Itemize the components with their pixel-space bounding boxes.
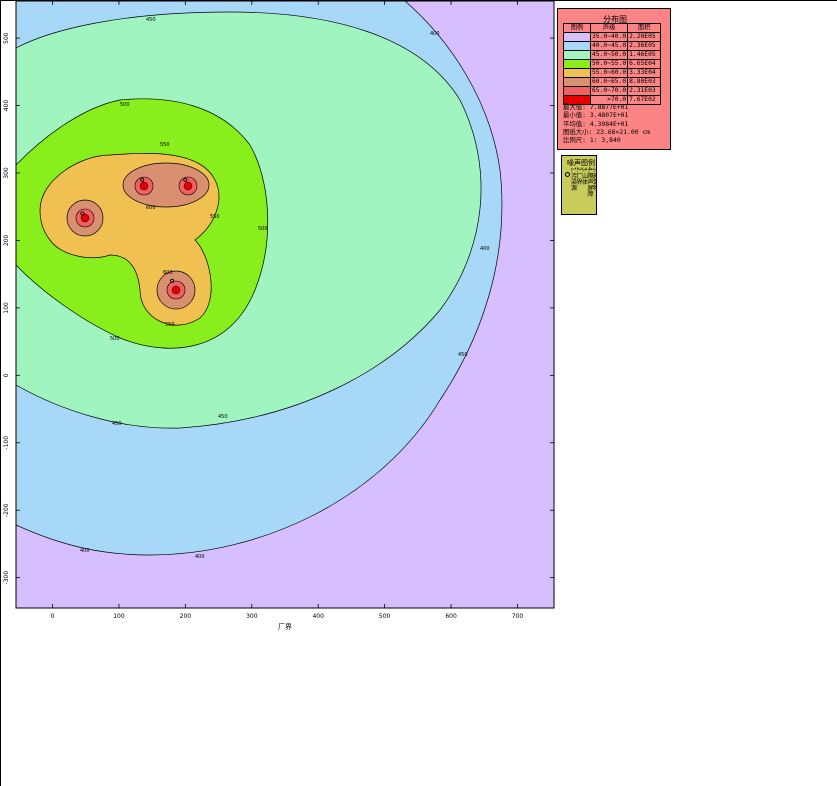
legend-swatch: [563, 59, 591, 69]
area-value: 3.33E04: [627, 68, 662, 78]
contour-plot: 400 400 400 400 450 450 450 450 500 500 …: [3, 0, 555, 631]
distribution-header-row: 图例 声级 面积: [563, 23, 662, 33]
area-value: 2.20E05: [627, 32, 662, 42]
stat-value: 1: 3,840: [589, 136, 621, 145]
contour-label: 400: [80, 548, 90, 554]
legend-swatch: [563, 41, 591, 51]
legend-swatch: [563, 77, 591, 87]
contour-label: 500: [110, 336, 120, 342]
legend-swatch: [563, 32, 591, 42]
x-tick-label: 600: [445, 613, 457, 620]
source-legend-item: 5.建筑物: [591, 167, 597, 191]
x-tick-label: 400: [312, 613, 324, 620]
contour-label: 400: [430, 31, 440, 37]
level-range: 65.0~70.0: [589, 86, 629, 96]
distribution-row: 65.0~70.0 2.31E03: [563, 86, 662, 96]
stat-label: 比例尺:: [563, 136, 587, 145]
y-tick-label: 200: [3, 235, 10, 247]
x-tick-label: 300: [246, 613, 258, 620]
stat-label: 平均值:: [563, 119, 587, 128]
stat-value: 23.68×21.00 cm: [596, 127, 651, 136]
contour-label: 400: [480, 246, 490, 252]
x-tick-label: 200: [180, 613, 192, 620]
y-tick-label: 0: [3, 373, 10, 377]
stat-value: 4.3984E+01: [589, 119, 629, 128]
y-tick-label: -300: [3, 571, 10, 585]
distribution-row: 50.0~55.0 6.65E04: [563, 59, 662, 69]
stat-label: 图纸大小:: [563, 127, 593, 136]
y-tick-label: 400: [3, 100, 10, 112]
contour-bands: 400 400 400 400 450 450 450 450 500 500 …: [16, 1, 554, 608]
level-range: 40.0~45.0: [589, 41, 629, 51]
y-tick-label: 100: [3, 302, 10, 314]
x-tick-label: 500: [379, 613, 391, 620]
stat-row: 比例尺: 1: 3,840: [563, 136, 650, 144]
x-tick-label: 100: [113, 613, 125, 620]
contour-label: 450: [146, 17, 156, 23]
contour-label: 450: [458, 352, 468, 358]
area-value: 6.65E04: [627, 59, 662, 69]
y-tick-label: -200: [3, 503, 10, 517]
contour-label: 550: [165, 322, 175, 328]
distribution-row: 45.0~50.0 1.46E05: [563, 50, 662, 60]
contour-label: 550: [160, 142, 170, 148]
stat-label: 最小值:: [563, 111, 587, 120]
area-value: 8.80E03: [627, 77, 662, 87]
contour-label: 450: [112, 421, 122, 427]
distribution-table: 图例 声级 面积 35.0~40.0 2.20E05 40.0~45.0 2.36E0…: [563, 23, 662, 105]
header-legend: 图例: [563, 23, 591, 33]
distribution-row: 35.0~40.0 2.20E05: [563, 32, 662, 42]
contour-label: 500: [120, 102, 130, 108]
contour-label: 500: [258, 226, 268, 232]
level-range: 35.0~40.0: [589, 32, 629, 42]
contour-label: 400: [195, 554, 205, 560]
level-range: 55.0~60.0: [589, 68, 629, 78]
stat-label: 最大值:: [563, 103, 587, 111]
distribution-row: 60.0~65.0 8.80E03: [563, 77, 662, 87]
distribution-row: 55.0~60.0 3.33E04: [563, 68, 662, 78]
distribution-row: 40.0~45.0 2.36E05: [563, 41, 662, 51]
legend-swatch: [563, 68, 591, 78]
contour-label: 450: [218, 414, 228, 420]
x-axis-label: 厂界: [278, 623, 292, 631]
level-range: 50.0~55.0: [589, 59, 629, 69]
y-tick-label: 300: [3, 167, 10, 179]
contour-label: 600: [146, 205, 156, 211]
x-tick-label: 0: [51, 613, 55, 620]
source-legend-items: 1.污染源 2.厂界 3.山体 4.隔声屏障 5.建筑物: [570, 167, 597, 214]
level-range: 45.0~50.0: [589, 50, 629, 60]
stat-row: 平均值: 4.3984E+01: [563, 120, 650, 128]
statistics-block: 最大值: 7.8877E+01 最小值: 3.4807E+01 平均值: 4.398…: [563, 103, 650, 144]
area-value: 2.36E05: [627, 41, 662, 51]
level-range: 60.0~65.0: [589, 77, 629, 87]
area-value: 2.31E03: [627, 86, 662, 96]
stat-value: 3.4807E+01: [589, 111, 629, 120]
distribution-legend: 分布图 图例 声级 面积 35.0~40.0 2.20E05 40.0~45.0 2.…: [557, 8, 671, 150]
source-legend: 噪声图例 1.污染源 2.厂界 3.山体 4.隔声屏障 5.建筑物: [561, 155, 597, 215]
legend-swatch: [563, 86, 591, 96]
stat-row: 图纸大小: 23.68×21.00 cm: [563, 128, 650, 136]
legend-swatch: [563, 50, 591, 60]
y-tick-label: 500: [3, 32, 10, 44]
area-value: 1.46E05: [627, 50, 662, 60]
contour-label: 600: [163, 270, 173, 276]
header-level: 声级: [589, 23, 629, 33]
contour-label: 550: [210, 214, 220, 220]
y-tick-label: -100: [3, 436, 10, 450]
stat-row: 最小值: 3.4807E+01: [563, 111, 650, 119]
header-area: 面积: [627, 23, 662, 33]
x-tick-label: 700: [512, 613, 524, 620]
stat-value: 7.8877E+01: [589, 103, 629, 111]
